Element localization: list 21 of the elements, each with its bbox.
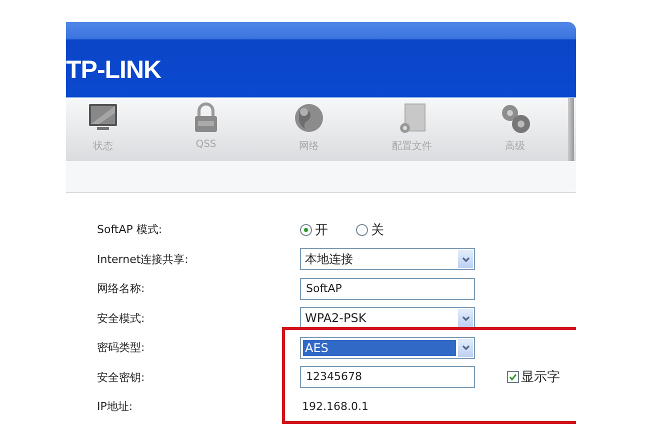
logo: TP-LINK: [66, 56, 162, 85]
radio-option[interactable]: 关: [356, 220, 384, 239]
field-label: IP地址:: [97, 399, 134, 414]
chevron-down-icon: [462, 256, 470, 262]
checkmark-icon: [508, 372, 518, 382]
dropdown[interactable]: AES: [300, 336, 475, 359]
dropdown[interactable]: WPA2-PSK: [300, 307, 475, 330]
field-label: 安全密钥:: [97, 370, 146, 385]
field-label: 密码类型:: [97, 340, 146, 356]
chevron-down-icon: [462, 345, 470, 350]
dropdown[interactable]: 本地连接: [300, 248, 475, 270]
field-label: 安全模式:: [97, 310, 146, 326]
chevron-down-icon: [462, 316, 470, 321]
input-field[interactable]: 12345678: [300, 366, 475, 388]
checkbox[interactable]: 显示字: [507, 368, 560, 386]
field-value: 192.168.0.1: [301, 400, 368, 414]
field-label: 网络名称:: [97, 281, 146, 296]
input-field[interactable]: SoftAP: [300, 278, 475, 300]
field-label: SoftAP 模式:: [97, 222, 164, 238]
radio-option[interactable]: 开: [300, 220, 328, 239]
field-label: Internet连接共享:: [97, 252, 190, 267]
